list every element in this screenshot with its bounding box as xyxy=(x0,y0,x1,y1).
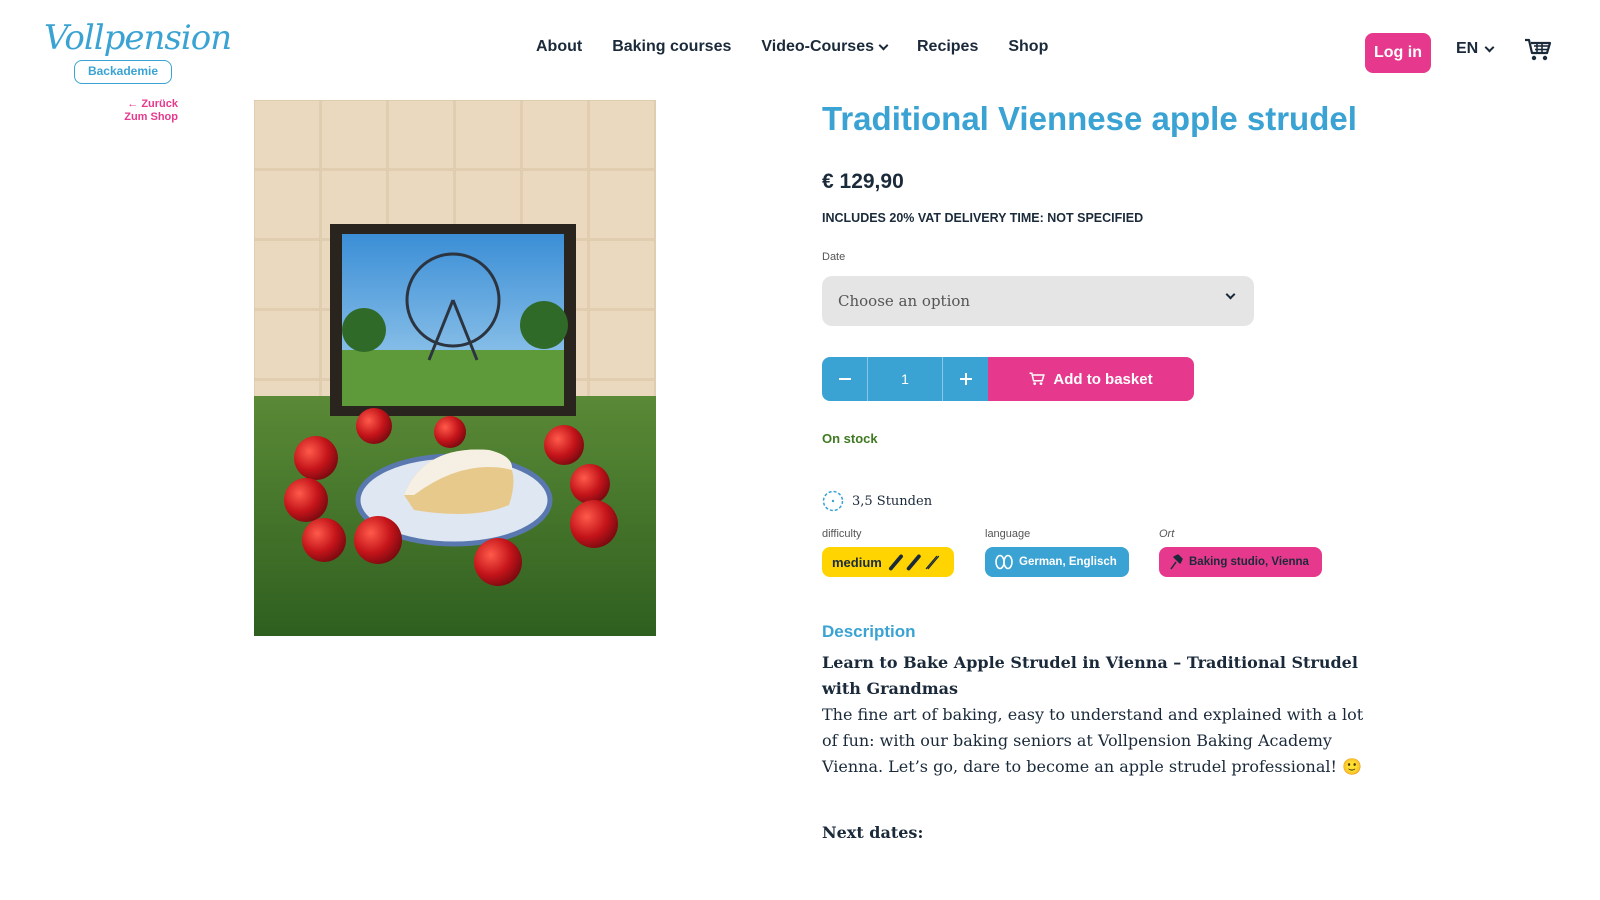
login-button[interactable]: Log in xyxy=(1365,33,1431,73)
cart-icon[interactable] xyxy=(1524,38,1552,62)
difficulty-badge: medium xyxy=(822,547,954,577)
back-to-shop-link[interactable]: ← Zurück Zum Shop xyxy=(118,98,178,124)
decrement-button[interactable] xyxy=(822,357,867,401)
next-dates-heading: Next dates: xyxy=(822,823,924,842)
duration-value: 3,5 Stunden xyxy=(852,493,933,509)
date-label: Date xyxy=(822,251,846,263)
product-image xyxy=(254,100,656,636)
arrow-left-icon: ← xyxy=(127,98,142,110)
duration: 3,5 Stunden xyxy=(822,490,932,512)
vat-note: INCLUDES 20% VAT DELIVERY TIME: NOT SPEC… xyxy=(822,211,1144,225)
logo-wordmark: Vollpension xyxy=(44,18,232,58)
nav-recipes[interactable]: Recipes xyxy=(917,38,978,56)
nav-about[interactable]: About xyxy=(536,38,582,56)
description-body: Learn to Bake Apple Strudel in Vienna – … xyxy=(822,650,1372,780)
pin-icon xyxy=(1170,554,1183,570)
difficulty-label: difficulty xyxy=(822,528,862,540)
date-select[interactable]: Choose an option xyxy=(822,276,1254,326)
speech-icon xyxy=(995,554,1013,570)
location-label: Ort xyxy=(1159,528,1175,540)
clock-icon xyxy=(822,490,844,512)
date-select-value: Choose an option xyxy=(838,292,971,310)
nav-baking-courses[interactable]: Baking courses xyxy=(612,38,731,56)
description-lead: Learn to Bake Apple Strudel in Vienna – … xyxy=(822,653,1358,698)
main-nav: About Baking courses Video-Courses Recip… xyxy=(536,38,1048,56)
language-badge: German, Englisch xyxy=(985,547,1129,577)
plus-icon xyxy=(959,373,972,385)
chevron-down-icon xyxy=(1225,289,1236,300)
product-title: Traditional Viennese apple strudel xyxy=(822,100,1357,137)
language-switcher[interactable]: EN xyxy=(1456,40,1495,58)
language-label: language xyxy=(985,528,1031,540)
increment-button[interactable] xyxy=(943,357,988,401)
logo-badge: Backademie xyxy=(74,60,172,84)
chevron-down-icon xyxy=(878,40,889,50)
nav-video-courses[interactable]: Video-Courses xyxy=(761,38,889,56)
minus-icon xyxy=(838,378,851,380)
back-link-line1: Zurück xyxy=(141,98,178,110)
logo[interactable]: Vollpension Backademie xyxy=(44,18,232,86)
difficulty-value: medium xyxy=(832,554,882,570)
nav-shop[interactable]: Shop xyxy=(1008,38,1048,56)
language-label: EN xyxy=(1456,40,1479,57)
product-price: € 129,90 xyxy=(822,170,904,193)
description-heading: Description xyxy=(822,622,916,641)
quantity-stepper: 1 Add to basket xyxy=(822,357,1194,401)
language-value: German, Englisch xyxy=(1019,556,1117,568)
description-text: The fine art of baking, easy to understa… xyxy=(822,705,1364,776)
location-badge: Baking studio, Vienna xyxy=(1159,547,1322,577)
add-to-basket-button[interactable]: Add to basket xyxy=(988,357,1194,401)
quantity-input[interactable]: 1 xyxy=(867,357,943,401)
whisk-rating-icon xyxy=(888,554,940,571)
nav-video-courses-label: Video-Courses xyxy=(761,38,874,55)
add-to-basket-label: Add to basket xyxy=(1053,370,1153,388)
back-link-line2: Zum Shop xyxy=(124,111,178,123)
location-value: Baking studio, Vienna xyxy=(1189,556,1309,568)
stock-status: On stock xyxy=(822,431,878,446)
cart-icon xyxy=(1029,372,1046,385)
chevron-down-icon xyxy=(1484,42,1495,52)
